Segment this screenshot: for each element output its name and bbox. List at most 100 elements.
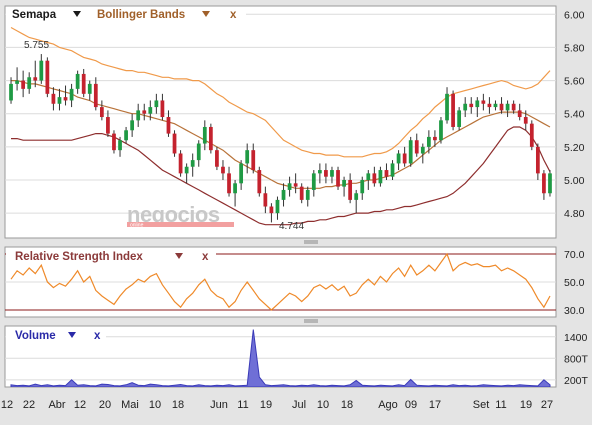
- rsi-tick-label: 70.0: [564, 249, 585, 261]
- candle-body: [124, 130, 128, 141]
- candle-body: [342, 180, 346, 187]
- x-tick-label: Abr: [48, 399, 65, 411]
- watermark-subtitle: online: [130, 223, 144, 229]
- rsi-indicator-label[interactable]: Relative Strength Index: [15, 251, 143, 263]
- x-tick-label: Ago: [378, 399, 398, 411]
- candle-body: [93, 83, 98, 108]
- candle-body: [196, 143, 201, 161]
- volume-axis: 1400 800T 200T: [564, 332, 589, 387]
- candle-body: [390, 163, 395, 177]
- x-tick-label: 12: [74, 399, 86, 411]
- candle-body: [287, 183, 292, 190]
- panel-splitter[interactable]: [304, 319, 318, 323]
- price-panel: negocios online 6.00 5.80 5.60 5.40 5.20 5.00…: [4, 5, 585, 239]
- indicator-selector[interactable]: Bollinger Bands: [97, 9, 185, 21]
- candle-body: [148, 107, 153, 114]
- candle-body: [511, 103, 516, 111]
- price-tick-label: 5.20: [564, 142, 585, 154]
- candle: [457, 107, 462, 131]
- candle-body: [251, 150, 256, 171]
- candle: [45, 57, 50, 98]
- candle-body: [69, 88, 74, 101]
- panel-splitter[interactable]: [304, 240, 318, 244]
- indicator-close-button[interactable]: x: [230, 9, 237, 21]
- candle-body: [293, 183, 298, 187]
- candle-body: [184, 166, 189, 174]
- candle-body: [172, 133, 177, 154]
- candle-body: [439, 120, 443, 141]
- candle-body: [269, 206, 274, 214]
- price-tick-label: 6.00: [564, 9, 585, 21]
- candle-body: [487, 103, 492, 108]
- candle: [408, 136, 413, 167]
- x-tick-label: 12: [1, 399, 13, 411]
- candle-body: [63, 97, 68, 101]
- x-tick-label: 09: [405, 399, 417, 411]
- candle-body: [523, 117, 528, 124]
- candle-body: [336, 170, 340, 187]
- candle: [451, 90, 455, 131]
- candle-body: [542, 173, 546, 194]
- candle-body: [311, 173, 316, 190]
- candle-body: [372, 173, 377, 184]
- candle-body: [87, 83, 92, 94]
- volume-tick-label: 200T: [564, 375, 589, 387]
- candle-body: [275, 199, 280, 214]
- candle: [178, 150, 183, 177]
- candle-body: [190, 160, 195, 167]
- volume-panel: 1400 800T 200T Volume x: [4, 325, 589, 388]
- candle-body: [75, 73, 80, 89]
- candle-body: [281, 189, 286, 200]
- candle-body: [414, 140, 419, 154]
- symbol-selector[interactable]: Semapa: [12, 9, 57, 21]
- candle: [112, 130, 116, 154]
- candle-body: [433, 136, 437, 141]
- candle-body: [396, 153, 401, 164]
- candle-body: [245, 150, 250, 164]
- candle-body: [202, 126, 207, 144]
- price-tick-label: 5.40: [564, 109, 585, 121]
- price-axis: 6.00 5.80 5.60 5.40 5.20 5.00 4.80: [564, 9, 585, 220]
- x-tick-label: 20: [99, 399, 111, 411]
- candle-body: [208, 126, 213, 151]
- candle-body: [384, 170, 389, 177]
- candle-body: [178, 153, 183, 174]
- rsi-tick-label: 30.0: [564, 305, 585, 317]
- candle-body: [324, 170, 328, 177]
- x-tick-label: 10: [317, 399, 329, 411]
- price-tick-label: 5.60: [564, 76, 585, 88]
- candle-body: [227, 173, 231, 194]
- high-label: 5.755: [24, 40, 49, 51]
- volume-indicator-label[interactable]: Volume: [15, 330, 56, 342]
- price-tick-label: 4.80: [564, 208, 585, 220]
- x-tick-label: 22: [23, 399, 35, 411]
- x-tick-label: Mai: [121, 399, 139, 411]
- candle-body: [548, 173, 552, 194]
- candle-body: [499, 103, 504, 111]
- candle-body: [360, 180, 365, 194]
- candle-body: [21, 80, 26, 89]
- candle-body: [106, 117, 110, 134]
- volume-tick-label: 1400: [564, 332, 588, 344]
- x-tick-label: 19: [520, 399, 532, 411]
- x-tick-label: 18: [172, 399, 184, 411]
- price-tick-label: 5.80: [564, 42, 585, 54]
- candle-body: [402, 153, 407, 164]
- candle-body: [15, 80, 19, 84]
- candle-body: [215, 150, 219, 167]
- x-tick-label: Jun: [210, 399, 228, 411]
- candle: [257, 166, 262, 197]
- candle-body: [130, 120, 135, 131]
- candle-body: [535, 146, 540, 174]
- candle-body: [33, 77, 38, 81]
- candle-body: [475, 100, 480, 108]
- candle-body: [378, 170, 383, 184]
- volume-close-button[interactable]: x: [94, 330, 101, 342]
- rsi-close-button[interactable]: x: [202, 251, 209, 263]
- x-tick-label: 19: [260, 399, 272, 411]
- low-label: 4.744: [279, 221, 304, 232]
- candle-body: [457, 110, 462, 127]
- candle-body: [112, 133, 116, 151]
- candle-body: [57, 97, 62, 104]
- candle-body: [463, 103, 468, 111]
